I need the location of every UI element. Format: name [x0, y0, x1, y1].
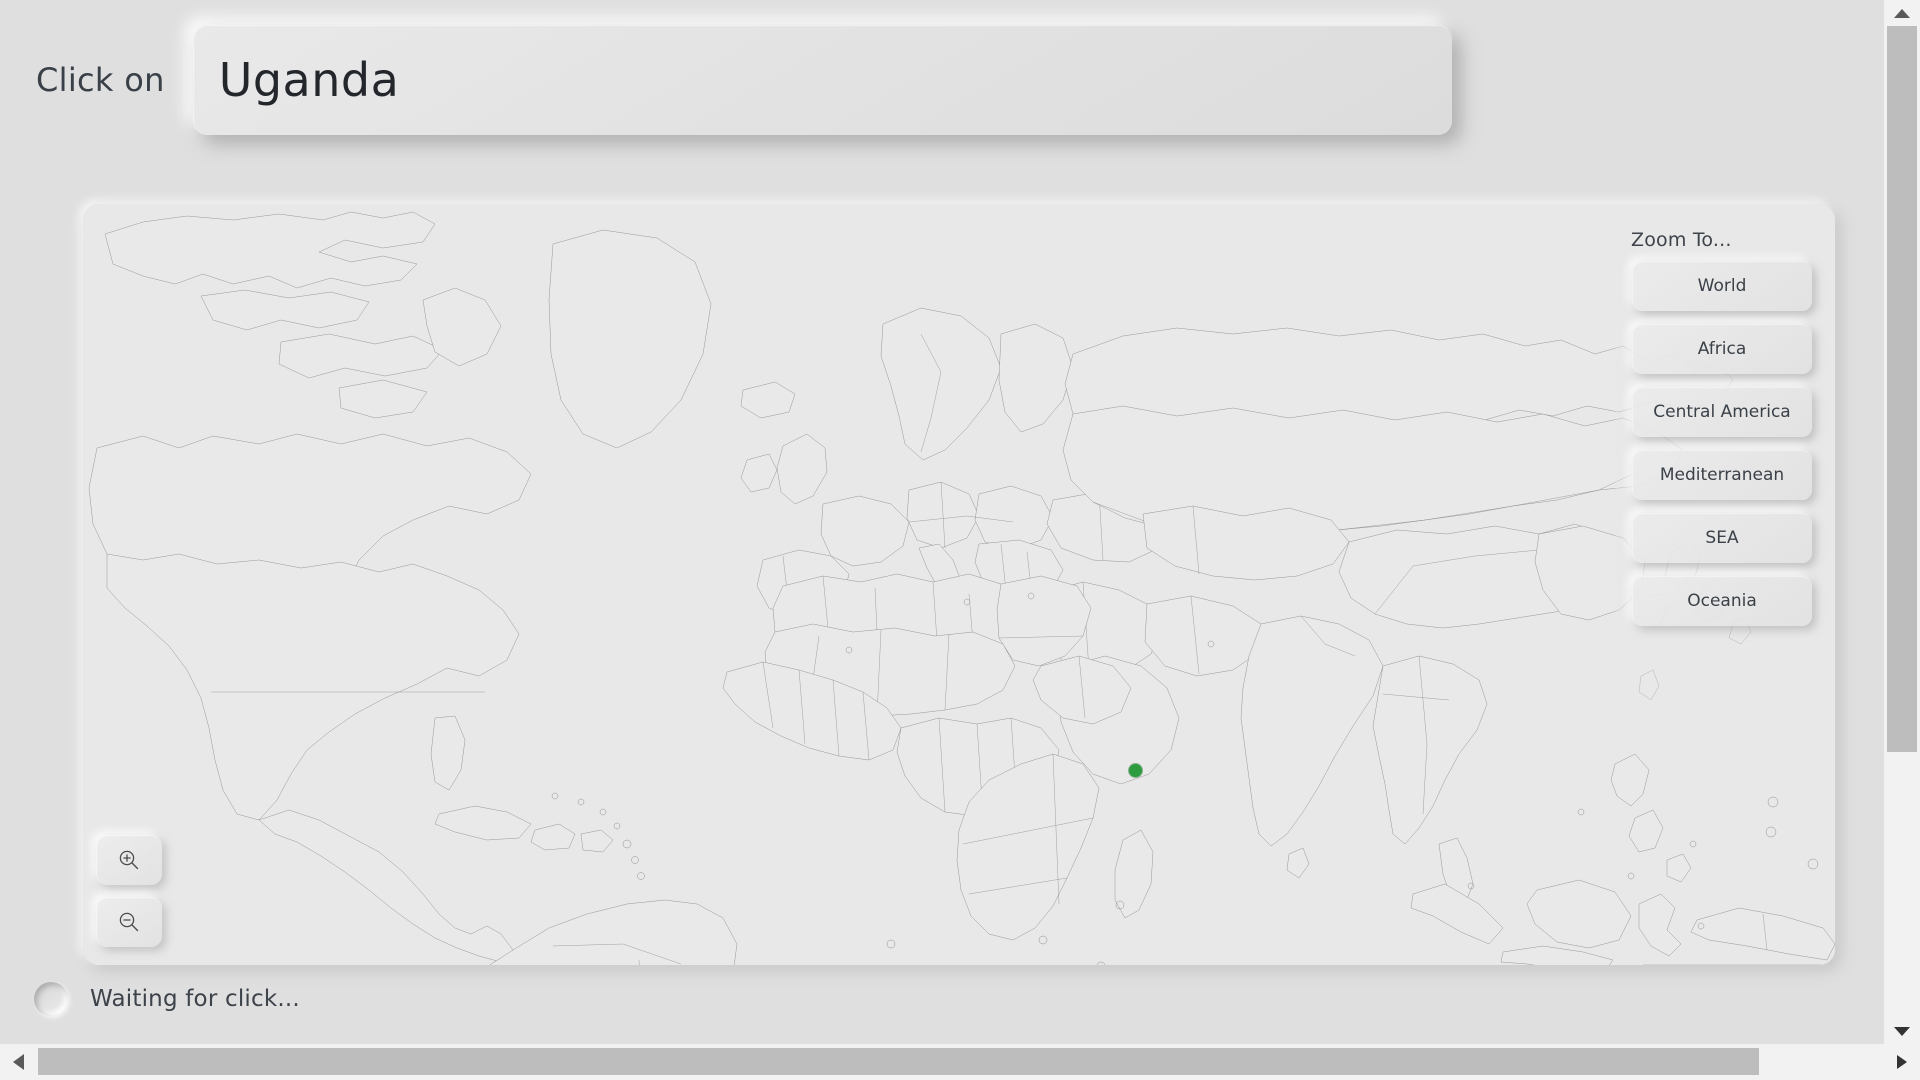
map-panel[interactable]: Zoom To... World Africa Central America … — [83, 204, 1835, 965]
horizontal-scroll-thumb[interactable] — [38, 1048, 1759, 1075]
triangle-left-icon — [12, 1054, 24, 1070]
vertical-scroll-track[interactable] — [1884, 26, 1920, 1018]
triangle-up-icon — [1894, 8, 1910, 18]
zoom-to-sea-button[interactable]: SEA — [1632, 513, 1812, 563]
prompt-target-name: Uganda — [218, 53, 400, 107]
horizontal-scroll-track[interactable] — [36, 1044, 1884, 1080]
prompt-label: Click on — [36, 61, 165, 99]
magnifier-plus-icon — [119, 850, 139, 870]
scroll-down-button[interactable] — [1884, 1018, 1920, 1044]
prompt-header: Click on Uganda — [0, 0, 1872, 160]
prompt-value-panel: Uganda — [192, 25, 1452, 135]
zoom-to-title: Zoom To... — [1631, 229, 1732, 251]
zoom-out-button[interactable] — [96, 897, 162, 947]
zoom-to-world-button[interactable]: World — [1632, 261, 1812, 311]
scroll-up-button[interactable] — [1884, 0, 1920, 26]
vertical-scrollbar[interactable] — [1884, 0, 1920, 1044]
magnifier-minus-icon — [119, 912, 139, 932]
vertical-scroll-thumb[interactable] — [1887, 26, 1917, 752]
last-click-marker — [1129, 764, 1142, 777]
zoom-to-button-list: World Africa Central America Mediterrane… — [1632, 261, 1812, 626]
world-map[interactable] — [83, 204, 1835, 965]
zoom-in-button[interactable] — [96, 835, 162, 885]
zoom-to-central-america-button[interactable]: Central America — [1632, 387, 1812, 437]
zoom-to-mediterranean-button[interactable]: Mediterranean — [1632, 450, 1812, 500]
horizontal-scrollbar[interactable] — [0, 1044, 1920, 1080]
status-text: Waiting for click... — [90, 986, 300, 1012]
triangle-down-icon — [1894, 1026, 1910, 1036]
zoom-to-africa-button[interactable]: Africa — [1632, 324, 1812, 374]
scroll-left-button[interactable] — [0, 1044, 36, 1080]
zoom-to-oceania-button[interactable]: Oceania — [1632, 576, 1812, 626]
status-indicator — [34, 982, 68, 1016]
status-bar: Waiting for click... — [0, 962, 1872, 1036]
triangle-right-icon — [1897, 1055, 1907, 1069]
map-zoom-controls — [96, 835, 162, 947]
world-map-svg[interactable] — [83, 204, 1835, 965]
app-root: Click on Uganda Zoom To... World Africa … — [0, 0, 1920, 1080]
scroll-right-button[interactable] — [1884, 1044, 1920, 1080]
zoom-to-panel: Zoom To... World Africa Central America … — [1615, 209, 1827, 709]
map-landmasses — [88, 211, 1835, 965]
